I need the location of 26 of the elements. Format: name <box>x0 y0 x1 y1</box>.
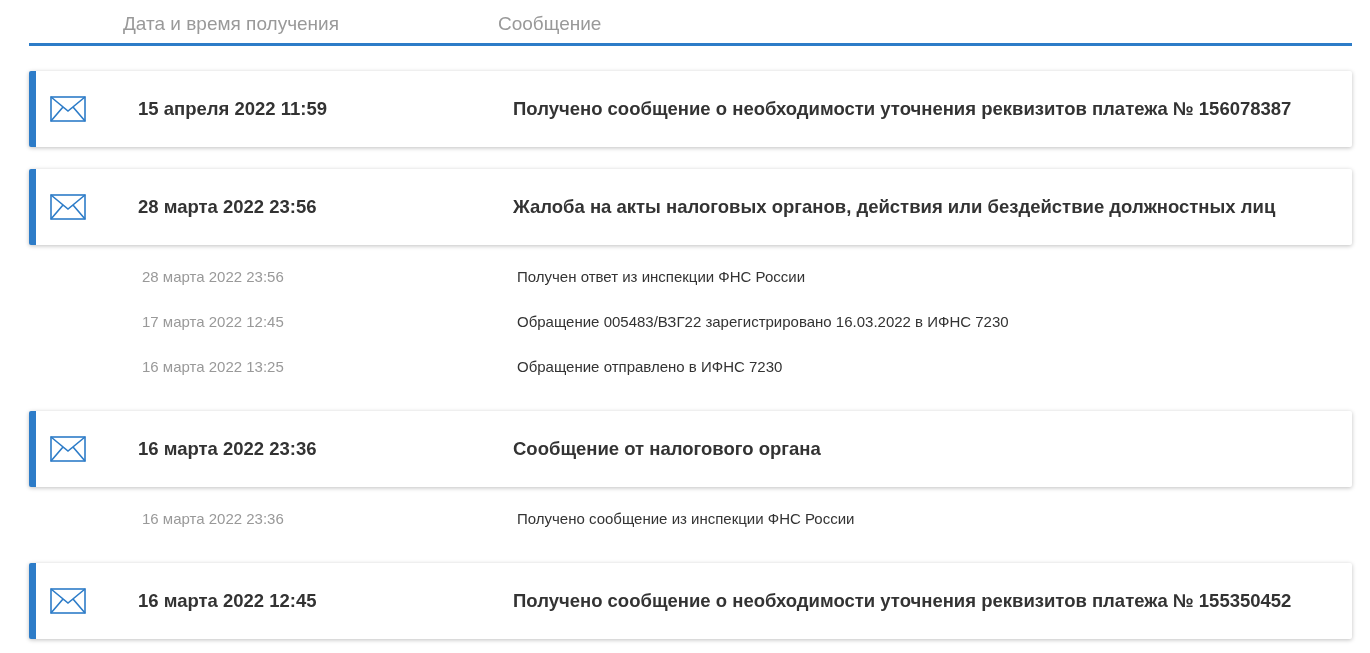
message-title: Получено сообщение о необходимости уточнения реквизитов платежа № 156078387 <box>513 98 1293 120</box>
message-title: Жалоба на акты налоговых органов, действия или бездействие должностных лиц <box>513 196 1277 218</box>
message-title: Получено сообщение о необходимости уточнения реквизитов платежа № 155350452 <box>513 590 1293 612</box>
message-date: 16 марта 2022 12:45 <box>138 590 318 612</box>
envelope-icon <box>50 96 86 122</box>
event-text: Получен ответ из инспекции ФНС России <box>517 268 807 285</box>
message-date: 15 апреля 2022 11:59 <box>138 98 329 120</box>
message-card[interactable]: 28 марта 2022 23:56 Жалоба на акты налоговых органов, действия или бездействие должностных лиц <box>29 169 1352 245</box>
event-text: Обращение 005483/ВЗГ22 зарегистрировано 16.03.2022 в ИФНС 7230 <box>517 313 1010 330</box>
event-date: 16 марта 2022 23:36 <box>142 510 285 527</box>
event-text: Обращение отправлено в ИФНС 7230 <box>517 358 784 375</box>
message-title: Сообщение от налогового органа <box>513 438 822 460</box>
message-date: 16 марта 2022 23:36 <box>138 438 318 460</box>
envelope-icon <box>50 588 86 614</box>
message-date: 28 марта 2022 23:56 <box>138 196 318 218</box>
message-card[interactable]: 15 апреля 2022 11:59 Получено сообщение о необходимости уточнения реквизитов платежа № 156078387 <box>29 71 1352 147</box>
message-card[interactable]: 16 марта 2022 12:45 Получено сообщение о необходимости уточнения реквизитов платежа № 155350452 <box>29 563 1352 639</box>
event-date: 17 марта 2022 12:45 <box>142 313 285 330</box>
envelope-icon <box>50 436 86 462</box>
message-card[interactable]: 16 марта 2022 23:36 Сообщение от налогового органа <box>29 411 1352 487</box>
envelope-icon <box>50 194 86 220</box>
column-header: Сообщение <box>498 12 603 35</box>
event-text: Получено сообщение из инспекции ФНС России <box>517 510 856 527</box>
column-header: Дата и время получения <box>123 12 340 35</box>
event-date: 16 марта 2022 13:25 <box>142 358 285 375</box>
event-date: 28 марта 2022 23:56 <box>142 268 285 285</box>
